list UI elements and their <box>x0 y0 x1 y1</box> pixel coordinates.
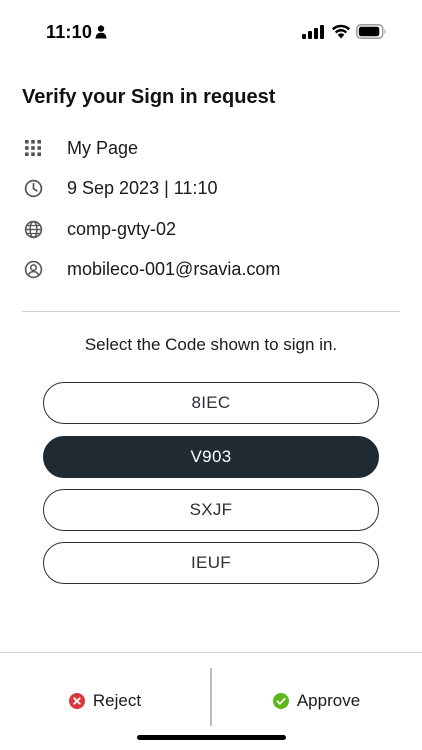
cellular-signal-icon <box>302 25 324 39</box>
code-option-label: 8IEC <box>191 393 231 412</box>
x-circle-icon <box>68 692 85 709</box>
info-account-row: mobileco-001@rsavia.com <box>22 257 402 281</box>
info-datetime-row: 9 Sep 2023 | 11:10 <box>22 176 402 200</box>
clock-icon <box>22 177 44 199</box>
page-title: Verify your Sign in request <box>22 86 276 108</box>
person-icon <box>95 25 107 39</box>
code-option-label: SXJF <box>189 500 233 519</box>
check-circle-icon <box>272 692 289 709</box>
select-code-prompt: Select the Code shown to sign in. <box>84 335 338 354</box>
code-option-4[interactable]: IEUF <box>43 542 379 584</box>
info-device-row: comp-gvty-02 <box>22 217 402 241</box>
battery-icon <box>356 24 386 39</box>
code-option-label: IEUF <box>191 553 231 572</box>
status-time: 11:10 <box>46 22 93 42</box>
grid-icon <box>22 137 44 159</box>
globe-icon <box>22 218 44 240</box>
account-email: mobileco-001@rsavia.com <box>67 258 281 279</box>
code-option-2-selected[interactable]: V903 <box>43 436 379 478</box>
app-name: My Page <box>67 137 139 158</box>
info-app-row: My Page <box>22 136 402 160</box>
section-divider <box>22 311 400 312</box>
code-option-1[interactable]: 8IEC <box>43 382 379 424</box>
home-indicator[interactable] <box>137 735 286 740</box>
device-name: comp-gvty-02 <box>67 218 177 239</box>
approve-label: Approve <box>296 690 361 710</box>
user-circle-icon <box>22 258 44 280</box>
status-bar: 11:10 <box>0 0 422 62</box>
request-datetime: 9 Sep 2023 | 11:10 <box>67 177 218 198</box>
code-option-3[interactable]: SXJF <box>43 489 379 531</box>
reject-label: Reject <box>92 690 142 710</box>
wifi-icon <box>332 24 350 39</box>
code-option-label: V903 <box>190 447 232 466</box>
